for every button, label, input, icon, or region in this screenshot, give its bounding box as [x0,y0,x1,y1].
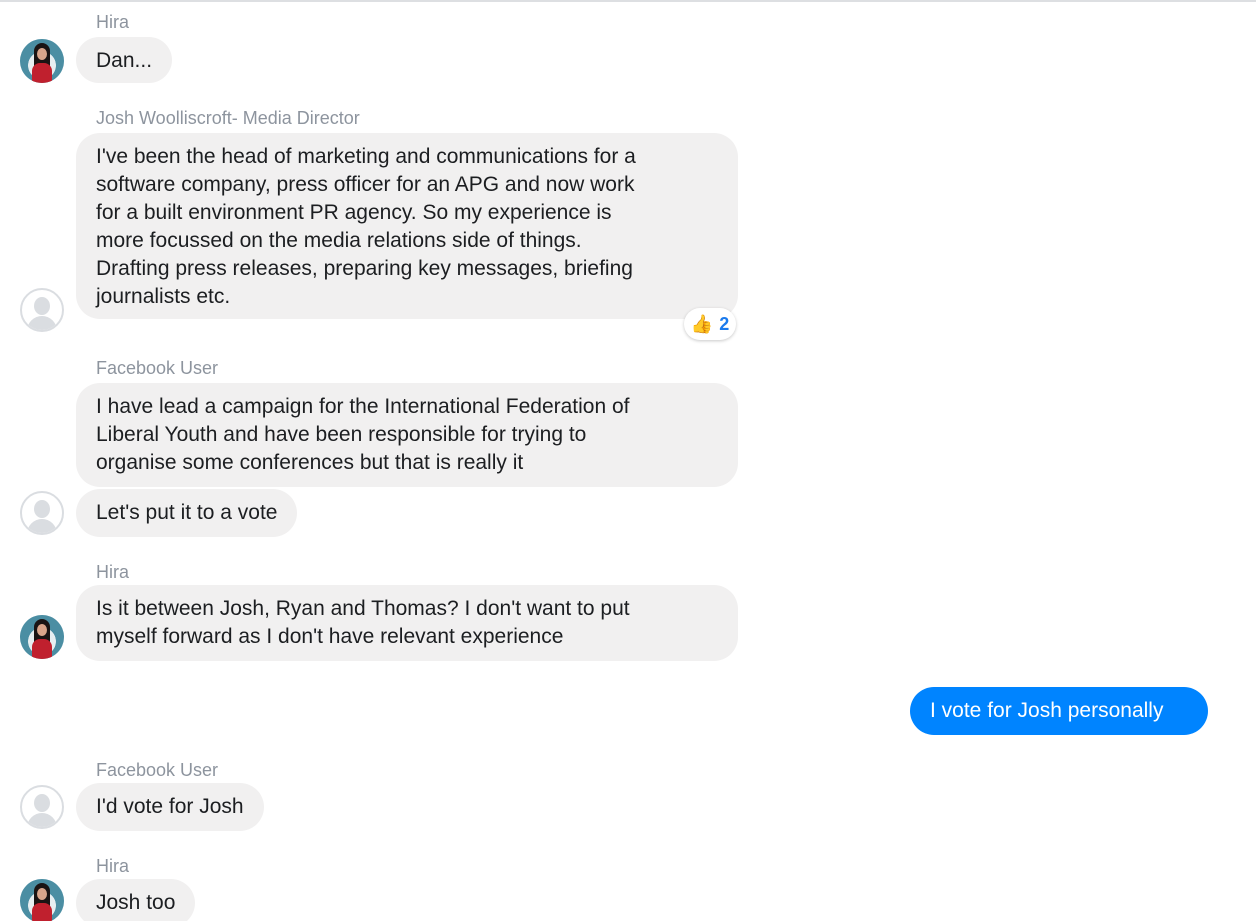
sender-name: Facebook User [96,760,219,780]
reaction-badge[interactable]: 👍 2 [684,308,736,340]
message-text: I vote for Josh personally [930,699,1164,722]
sender-name: Hira [96,562,130,582]
message-text-line: for a built environment PR agency. So my… [96,201,612,224]
message-bubble[interactable]: Let's put it to a vote [76,489,298,537]
message-bubble[interactable]: Josh too [76,879,196,921]
message-text-line: more focussed on the media relations sid… [96,229,582,252]
avatar-default[interactable] [20,785,64,829]
avatar-hira[interactable] [20,39,64,83]
message-bubble[interactable]: Dan... [76,37,173,83]
message-bubble[interactable]: I'd vote for Josh [76,783,264,831]
message-text-line: I have lead a campaign for the Internati… [96,395,630,418]
avatar-hira[interactable] [20,879,64,921]
divider [0,0,1256,2]
avatar-hira[interactable] [20,615,64,659]
avatar-default[interactable] [20,491,64,535]
message-text-line: organise some conferences but that is re… [96,451,524,474]
message-bubble[interactable]: Is it between Josh, Ryan and Thomas? I d… [76,585,738,661]
message-bubble[interactable]: I've been the head of marketing and comm… [76,133,738,319]
outgoing-message-bubble[interactable]: I vote for Josh personally [910,687,1208,735]
chat-thread: Hira Dan... Josh Woolliscroft- Media Dir… [0,0,1256,921]
reaction-count: 2 [719,313,730,334]
message-text: I'd vote for Josh [96,795,244,818]
message-text: Let's put it to a vote [96,501,278,524]
message-text: Josh too [96,891,176,914]
message-text-line: Drafting press releases, preparing key m… [96,257,633,280]
message-bubble[interactable]: I have lead a campaign for the Internati… [76,383,738,487]
message-text-line: I've been the head of marketing and comm… [96,145,636,168]
sender-name: Hira [96,12,130,32]
avatar-default[interactable] [20,288,64,332]
message-text-line: software company, press officer for an A… [96,173,635,196]
message-text-line: journalists etc. [96,285,231,308]
sender-name: Josh Woolliscroft- Media Director [96,108,360,128]
message-text-line: myself forward as I don't have relevant … [96,625,564,648]
sender-name: Facebook User [96,358,219,378]
sender-name: Hira [96,856,130,876]
message-text-line: Is it between Josh, Ryan and Thomas? I d… [96,597,630,620]
thumbs-up-icon: 👍 [690,314,714,334]
message-text-line: Liberal Youth and have been responsible … [96,423,587,446]
message-text: Dan... [96,49,153,72]
